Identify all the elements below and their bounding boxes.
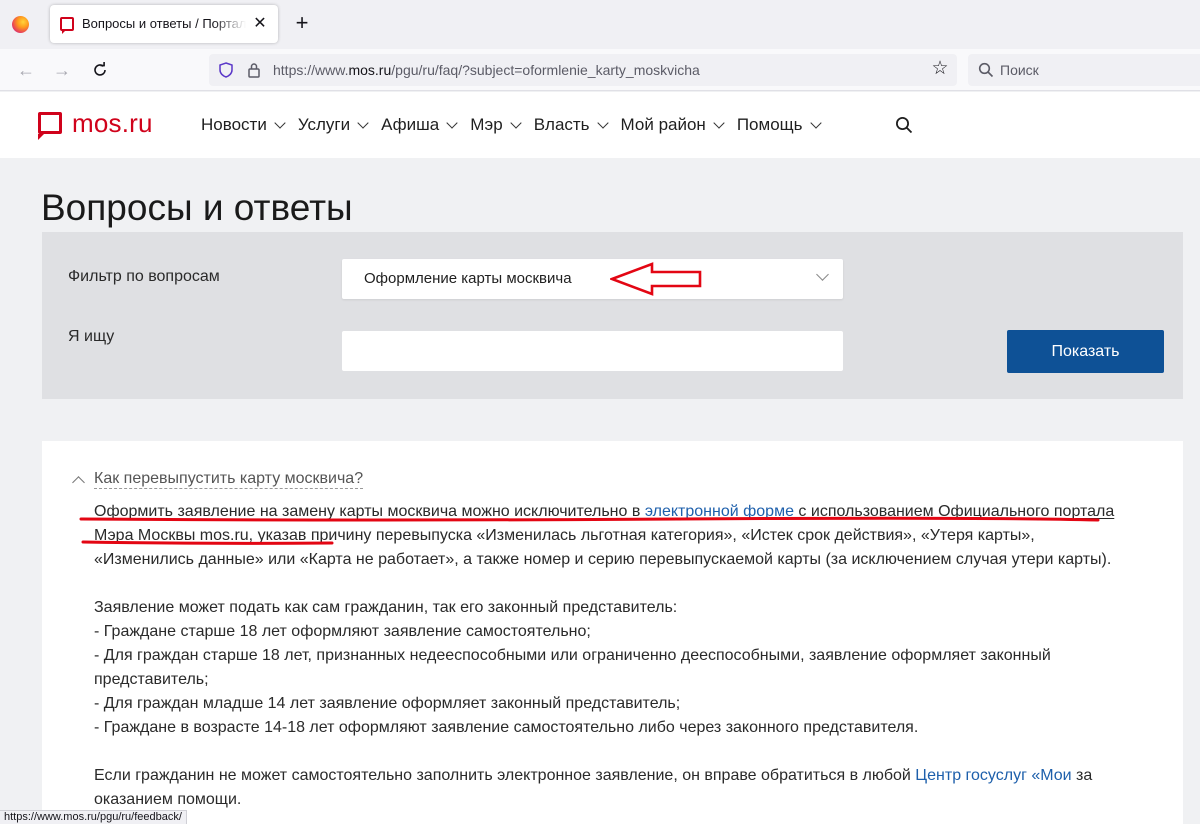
menu-item-afisha[interactable]: Афиша: [381, 115, 458, 135]
answer-line: - Граждане старше 18 лет оформляют заявл…: [94, 623, 591, 640]
answer-line: - Для граждан старше 18 лет, признанных …: [94, 647, 1051, 688]
gosuslugi-center-link[interactable]: Центр госуслуг «Мои: [915, 767, 1071, 784]
url-text[interactable]: https://www.mos.ru/pgu/ru/faq/?subject=o…: [273, 62, 700, 78]
site-search-icon[interactable]: [895, 116, 913, 134]
electronic-form-link[interactable]: электронной форме: [645, 503, 794, 520]
site-logo[interactable]: mos.ru: [72, 108, 153, 139]
browser-search-placeholder: Поиск: [1000, 62, 1039, 78]
mos-logo-icon[interactable]: [38, 112, 62, 140]
new-tab-button[interactable]: +: [290, 12, 314, 36]
filter-label: Фильтр по вопросам: [68, 268, 220, 285]
annotation-arrow-icon: [610, 262, 702, 296]
browser-tabbar: Вопросы и ответы / Портал го ✕ +: [0, 0, 1200, 49]
answer-paragraph-1: Оформить заявление на замену карты москв…: [94, 503, 1115, 568]
menu-item-services[interactable]: Услуги: [298, 115, 369, 135]
show-button[interactable]: Показать: [1007, 330, 1164, 373]
page-title: Вопросы и ответы: [41, 187, 353, 228]
chevron-down-icon: [816, 268, 829, 281]
shield-icon[interactable]: [219, 62, 233, 78]
browser-search-bar[interactable]: Поиск: [968, 54, 1200, 86]
firefox-icon[interactable]: [12, 16, 29, 33]
faq-answer: Оформить заявление на замену карты москв…: [94, 500, 1134, 812]
mos-favicon-icon: [60, 17, 74, 34]
menu-item-news[interactable]: Новости: [201, 115, 286, 135]
chevron-down-icon: [274, 116, 286, 129]
chevron-down-icon: [357, 116, 369, 129]
tab-title: Вопросы и ответы / Портал го: [82, 16, 246, 31]
answer-line: - Граждане в возрасте 14-18 лет оформляю…: [94, 719, 919, 736]
menu-item-authority[interactable]: Власть: [534, 115, 609, 135]
chevron-down-icon: [510, 116, 522, 129]
main-menu: Новости Услуги Афиша Мэр Власть Мой райо…: [201, 115, 834, 135]
back-arrow-icon[interactable]: ←: [14, 58, 38, 82]
browser-tab[interactable]: Вопросы и ответы / Портал го ✕: [50, 5, 278, 43]
faq-question[interactable]: Как перевыпустить карту москвича?: [94, 469, 364, 489]
chevron-down-icon: [596, 116, 609, 129]
chevron-down-icon: [446, 116, 458, 129]
menu-item-my-district[interactable]: Мой район: [621, 115, 725, 135]
reload-icon[interactable]: [88, 58, 112, 82]
chevron-down-icon: [809, 116, 822, 129]
site-header: mos.ru Новости Услуги Афиша Мэр Власть М…: [0, 92, 1200, 158]
search-icon: [978, 62, 994, 78]
search-input[interactable]: [342, 331, 843, 371]
search-label: Я ищу: [68, 328, 115, 345]
address-bar[interactable]: https://www.mos.ru/pgu/ru/faq/?subject=o…: [209, 54, 957, 86]
lock-icon[interactable]: [247, 62, 261, 78]
answer-line: - Для граждан младше 14 лет заявление оф…: [94, 695, 681, 712]
answer-paragraph-3: Если гражданин не может самостоятельно з…: [94, 767, 1093, 808]
filter-select-value: Оформление карты москвича: [364, 270, 572, 287]
menu-item-help[interactable]: Помощь: [737, 115, 822, 135]
answer-line: Заявление может подать как сам гражданин…: [94, 599, 678, 616]
bookmark-star-icon[interactable]: ☆: [929, 58, 951, 80]
close-tab-icon[interactable]: ✕: [250, 14, 270, 34]
status-bar-url: https://www.mos.ru/pgu/ru/feedback/: [0, 810, 187, 824]
forward-arrow-icon[interactable]: →: [50, 58, 74, 82]
browser-navbar: ← → https://www.mos.ru/pgu/ru/faq/?subje…: [0, 49, 1200, 91]
filter-panel: Фильтр по вопросам Оформление карты моск…: [42, 232, 1183, 399]
chevron-down-icon: [713, 116, 725, 129]
filter-select[interactable]: Оформление карты москвича: [342, 259, 843, 299]
menu-item-mayor[interactable]: Мэр: [470, 115, 522, 135]
